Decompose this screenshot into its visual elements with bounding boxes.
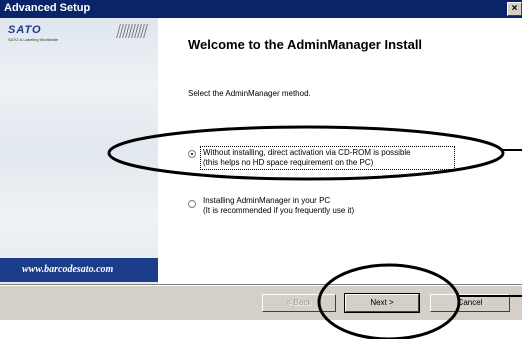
annotation-ellipse-next [317,263,461,339]
annotation-ellipse-option [107,125,505,181]
annotation-overlay [107,125,522,339]
